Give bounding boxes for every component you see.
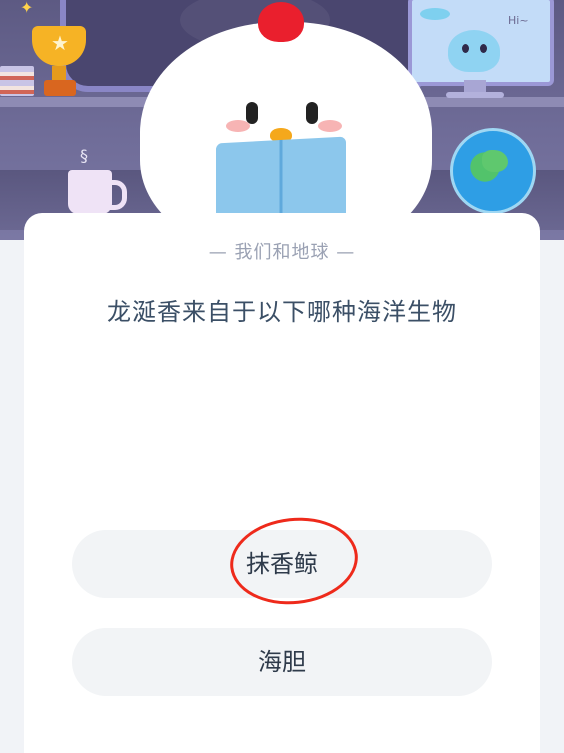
quiz-category: — 我们和地球 — bbox=[208, 242, 356, 263]
monitor-base bbox=[446, 92, 504, 98]
chicken-cheek bbox=[318, 120, 342, 132]
chicken-eye bbox=[246, 102, 258, 124]
chicken-comb bbox=[258, 2, 304, 42]
books-icon bbox=[0, 66, 34, 96]
sparkle-icon: ✦ bbox=[20, 0, 34, 17]
alien-icon bbox=[448, 30, 500, 72]
chicken-cheek bbox=[226, 120, 250, 132]
answer-option-b[interactable]: 海胆 bbox=[72, 628, 492, 696]
quiz-question: 龙涎香来自于以下哪种海洋生物 bbox=[107, 298, 457, 326]
alien-eye bbox=[462, 44, 469, 53]
trophy-stem bbox=[52, 66, 66, 80]
steam-icon: § bbox=[80, 146, 88, 165]
star-icon: ★ bbox=[51, 31, 69, 55]
header-illustration: ✦ ★ Hi~ § bbox=[0, 0, 564, 240]
chicken-eye bbox=[306, 102, 318, 124]
globe-land bbox=[482, 150, 508, 172]
speech-bubble-text: Hi~ bbox=[508, 14, 529, 27]
alien-eye bbox=[480, 44, 487, 53]
trophy-base bbox=[44, 80, 76, 96]
mug-handle bbox=[106, 180, 127, 210]
ufo-icon bbox=[420, 8, 450, 20]
book-icon bbox=[216, 136, 346, 224]
